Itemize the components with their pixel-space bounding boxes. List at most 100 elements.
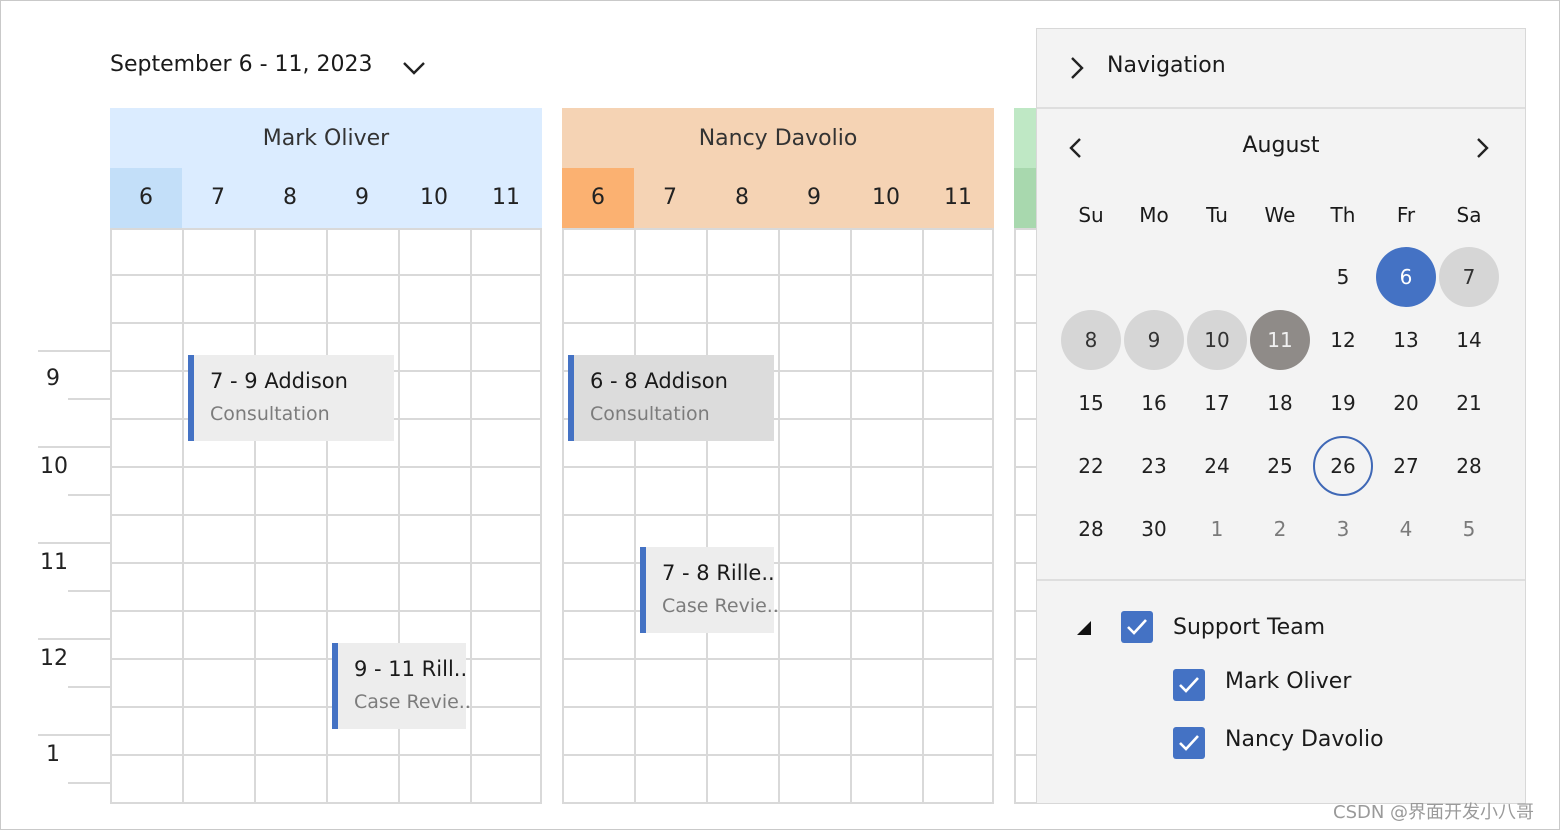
grid-row-line: [562, 228, 994, 230]
calendar-day[interactable]: 1: [1187, 499, 1247, 559]
calendar-day[interactable]: 21: [1439, 373, 1499, 433]
calendar-day[interactable]: 13: [1376, 310, 1436, 370]
appointment-subject: Case Revie..: [662, 595, 779, 617]
grid-row-line: [1014, 466, 1038, 468]
appointment[interactable]: 7 - 9 Addison Consultation: [188, 355, 394, 441]
calendar-day[interactable]: 6: [1376, 247, 1436, 307]
grid-row-line: [1014, 802, 1038, 804]
appointment-subject: Consultation: [210, 403, 330, 425]
calendar-day[interactable]: 22: [1061, 436, 1121, 496]
divider: [1037, 579, 1525, 581]
day-header[interactable]: 7: [634, 168, 706, 228]
appointment[interactable]: 9 - 11 Rill.. Case Revie..: [332, 643, 471, 729]
calendar-day[interactable]: 4: [1376, 499, 1436, 559]
schedule-grid-mark-oliver[interactable]: [110, 228, 542, 804]
calendar-day[interactable]: 12: [1313, 310, 1373, 370]
grid-row-line: [562, 274, 994, 276]
calendar-day[interactable]: 27: [1376, 436, 1436, 496]
tree-expander[interactable]: [1075, 619, 1093, 637]
day-header[interactable]: 11: [470, 168, 542, 228]
date-range-dropdown[interactable]: [400, 56, 428, 80]
nancy-davolio-label: Nancy Davolio: [1225, 727, 1384, 752]
chevron-right-icon: [1477, 138, 1489, 158]
weekday-header: Th: [1330, 203, 1356, 227]
day-header[interactable]: 8: [254, 168, 326, 228]
calendar-day[interactable]: 2: [1250, 499, 1310, 559]
calendar-day[interactable]: 25: [1250, 436, 1310, 496]
appointment-title: 7 - 8 Rille..: [662, 561, 775, 585]
calendar-day[interactable]: 3: [1313, 499, 1373, 559]
time-divider: [68, 686, 110, 688]
appointment-color-bar: [332, 643, 338, 729]
calendar-day[interactable]: 28: [1061, 499, 1121, 559]
time-label: 9: [46, 366, 60, 391]
time-divider: [68, 590, 110, 592]
time-label: 10: [40, 454, 68, 479]
day-header-strip: [1014, 168, 1038, 228]
weekday-header: Sa: [1456, 203, 1482, 227]
date-range-title: September 6 - 11, 2023: [110, 52, 373, 77]
calendar-day[interactable]: 11: [1250, 310, 1310, 370]
appointment-color-bar: [640, 547, 646, 633]
calendar-day[interactable]: 8: [1061, 310, 1121, 370]
calendar-day[interactable]: 9: [1124, 310, 1184, 370]
appointment[interactable]: 6 - 8 Addison Consultation: [568, 355, 774, 441]
mark-oliver-checkbox[interactable]: [1173, 669, 1205, 701]
grid-row-line: [562, 562, 994, 564]
calendar-day[interactable]: 16: [1124, 373, 1184, 433]
day-header[interactable]: 9: [326, 168, 398, 228]
calendar-day[interactable]: 14: [1439, 310, 1499, 370]
weekday-header: Mo: [1139, 203, 1169, 227]
calendar-day[interactable]: 20: [1376, 373, 1436, 433]
day-header[interactable]: 7: [182, 168, 254, 228]
appointment[interactable]: 7 - 8 Rille.. Case Revie..: [640, 547, 779, 633]
calendar-day[interactable]: 18: [1250, 373, 1310, 433]
nancy-davolio-checkbox[interactable]: [1173, 727, 1205, 759]
calendar-day[interactable]: 5: [1313, 247, 1373, 307]
grid-row-line: [562, 802, 994, 804]
day-header[interactable]: 8: [706, 168, 778, 228]
grid-row-line: [1014, 610, 1038, 612]
support-team-checkbox[interactable]: [1121, 611, 1153, 643]
time-divider: [38, 350, 110, 352]
calendar-day[interactable]: 7: [1439, 247, 1499, 307]
day-header[interactable]: 11: [922, 168, 994, 228]
grid-row-line: [1014, 754, 1038, 756]
weekday-header: We: [1264, 203, 1296, 227]
schedule-grid-partial: [1014, 228, 1038, 804]
calendar-day[interactable]: 28: [1439, 436, 1499, 496]
grid-row-line: [110, 754, 542, 756]
calendar-day[interactable]: 10: [1187, 310, 1247, 370]
grid-row-line: [110, 228, 542, 230]
time-divider: [38, 638, 110, 640]
grid-row-line: [110, 706, 542, 708]
day-header[interactable]: 10: [850, 168, 922, 228]
calendar-day[interactable]: 26: [1313, 436, 1373, 496]
calendar-day[interactable]: 5: [1439, 499, 1499, 559]
grid-row-line: [110, 514, 542, 516]
appointment-color-bar: [568, 355, 574, 441]
grid-row-line: [110, 322, 542, 324]
calendar-day[interactable]: 19: [1313, 373, 1373, 433]
time-label: 1: [46, 742, 60, 767]
schedule-grid-nancy-davolio[interactable]: [562, 228, 994, 804]
day-header[interactable]: 10: [398, 168, 470, 228]
calendar-day[interactable]: 23: [1124, 436, 1184, 496]
calendar-day[interactable]: 24: [1187, 436, 1247, 496]
grid-row-line: [562, 706, 994, 708]
day-header[interactable]: 6: [562, 168, 634, 228]
grid-row-line: [110, 610, 542, 612]
chevron-down-icon: [403, 62, 425, 75]
calendar-month-title[interactable]: August: [1037, 133, 1525, 158]
calendar-day[interactable]: 30: [1124, 499, 1184, 559]
appointment-subject: Consultation: [590, 403, 710, 425]
navigation-collapse-button[interactable]: [1063, 55, 1089, 81]
grid-row-line: [1014, 274, 1038, 276]
day-header[interactable]: 6: [110, 168, 182, 228]
next-month-button[interactable]: [1467, 133, 1497, 163]
grid-row-line: [1014, 514, 1038, 516]
calendar-day[interactable]: 15: [1061, 373, 1121, 433]
appointment-subject: Case Revie..: [354, 691, 471, 713]
calendar-day[interactable]: 17: [1187, 373, 1247, 433]
day-header[interactable]: 9: [778, 168, 850, 228]
